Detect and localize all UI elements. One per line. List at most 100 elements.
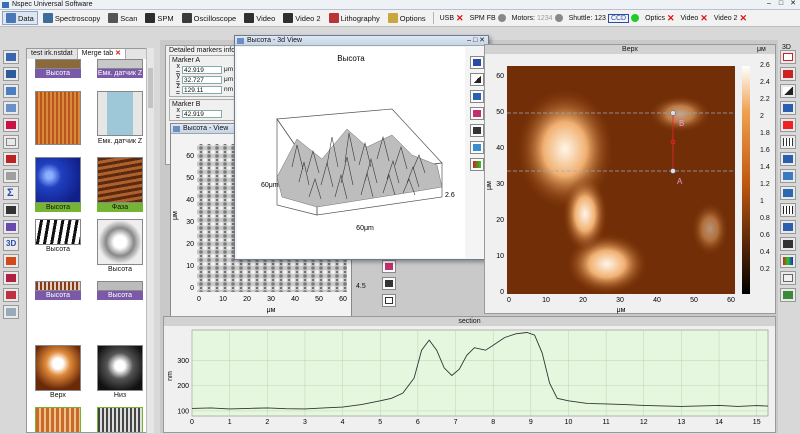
thumb-5[interactable] bbox=[35, 157, 81, 203]
tab-video[interactable]: Video bbox=[241, 11, 278, 25]
no-filter-button[interactable] bbox=[780, 50, 796, 64]
close-icon[interactable]: ✕ bbox=[788, 0, 798, 8]
window-button[interactable] bbox=[3, 305, 19, 319]
fill-button[interactable] bbox=[780, 84, 796, 98]
tab-scan[interactable]: Scan bbox=[105, 11, 140, 25]
copy-button[interactable] bbox=[3, 101, 19, 115]
tab-lithography[interactable]: Lithography bbox=[326, 11, 383, 25]
view3d-plot-title: Высота bbox=[337, 54, 365, 63]
shade-button[interactable] bbox=[470, 73, 484, 86]
image-button[interactable] bbox=[382, 277, 396, 290]
thumb-2[interactable] bbox=[97, 59, 143, 69]
view3d-button[interactable]: 3D bbox=[3, 237, 19, 251]
marker-button[interactable] bbox=[780, 118, 796, 132]
view3d-titlebar[interactable]: Высота - 3d View – □ ✕ bbox=[235, 36, 488, 46]
grid-view-button[interactable] bbox=[780, 135, 796, 149]
thumb-14[interactable] bbox=[97, 407, 143, 432]
tab-merge[interactable]: Merge tab ✕ bbox=[77, 49, 126, 59]
view3d-canvas[interactable]: Высота 60μm 2.6 60μm bbox=[237, 47, 465, 258]
palette3d-button[interactable] bbox=[470, 107, 484, 120]
thumb-12[interactable] bbox=[97, 345, 143, 391]
thumb-9[interactable] bbox=[35, 281, 81, 291]
sum-button[interactable]: Σ bbox=[3, 186, 19, 200]
crop-button[interactable] bbox=[780, 169, 796, 183]
thumb-7[interactable] bbox=[35, 219, 81, 245]
page-button[interactable] bbox=[3, 135, 19, 149]
usb-status: USB ✕ bbox=[438, 13, 466, 23]
thumb-13[interactable] bbox=[35, 407, 81, 432]
marker-b-x-field[interactable]: 42.919 bbox=[182, 109, 222, 118]
gallery-scrollbar[interactable] bbox=[146, 48, 154, 433]
color3d-button[interactable] bbox=[470, 158, 484, 171]
section-x-tick: 12 bbox=[640, 419, 648, 426]
view3d-window-controls[interactable]: – □ ✕ bbox=[467, 36, 485, 46]
tab-spm[interactable]: SPM bbox=[142, 11, 176, 25]
zoom-out-icon bbox=[783, 155, 793, 163]
histogram-button[interactable] bbox=[780, 271, 796, 285]
colorbar-tick: 1 bbox=[760, 198, 764, 205]
tab-options-label: Options bbox=[399, 13, 426, 23]
export-image-button[interactable] bbox=[780, 288, 796, 302]
zoom-button[interactable] bbox=[470, 90, 484, 103]
tab-spectroscopy[interactable]: Spectroscopy bbox=[40, 11, 103, 25]
thumb-8[interactable] bbox=[97, 219, 143, 265]
light-button[interactable] bbox=[470, 141, 484, 154]
find-button[interactable] bbox=[3, 152, 19, 166]
tab-options[interactable]: Options bbox=[385, 11, 429, 25]
marker-a-y-field[interactable]: 32.727 bbox=[182, 75, 222, 84]
thumb-6[interactable] bbox=[97, 157, 143, 203]
rotate-button[interactable] bbox=[780, 186, 796, 200]
window-icon bbox=[6, 308, 16, 316]
filter-button[interactable] bbox=[3, 203, 19, 217]
tab-test-file[interactable]: test irk.nstdat bbox=[27, 49, 78, 59]
view2d-y-tick: 10 bbox=[186, 263, 194, 270]
minimize-icon[interactable]: – bbox=[764, 0, 774, 8]
palette-button[interactable] bbox=[382, 260, 396, 273]
verh-plot[interactable]: B A 60 50 40 30 20 10 0 0 10 20 30 40 50… bbox=[485, 54, 775, 314]
save-button[interactable] bbox=[3, 50, 19, 64]
colorize-button[interactable] bbox=[3, 254, 19, 268]
tab-oscilloscope[interactable]: Oscilloscope bbox=[179, 11, 240, 25]
zoom-in-button[interactable] bbox=[780, 101, 796, 115]
section-y-label: nm bbox=[167, 371, 174, 381]
profile-button[interactable] bbox=[780, 67, 796, 81]
close-tab-icon[interactable]: ✕ bbox=[115, 50, 121, 57]
clipboard-button[interactable] bbox=[3, 169, 19, 183]
thumb-10[interactable] bbox=[97, 281, 143, 291]
export-button[interactable] bbox=[3, 118, 19, 132]
tab-data[interactable]: Data bbox=[2, 11, 38, 25]
section-x-ticks: 0 1 2 3 4 5 6 7 8 9 10 11 12 13 14 15 bbox=[190, 419, 761, 426]
verh-y-tick: 50 bbox=[496, 109, 504, 116]
ccd-badge[interactable]: CCD bbox=[607, 13, 630, 23]
marker-b-handle[interactable] bbox=[670, 110, 676, 116]
layers-button[interactable] bbox=[3, 84, 19, 98]
grid-button[interactable] bbox=[3, 220, 19, 234]
marker-a-z-field[interactable]: 129.11 bbox=[182, 85, 222, 94]
section-chart[interactable]: 0 1 2 3 4 5 6 7 8 9 10 11 12 13 14 15 100200300 nm bbox=[164, 326, 775, 432]
open-button[interactable] bbox=[3, 67, 19, 81]
tab-video2[interactable]: Video 2 bbox=[280, 11, 323, 25]
lines-button[interactable] bbox=[780, 203, 796, 217]
marker-a-x-field[interactable]: 42.919 bbox=[182, 65, 222, 74]
find-icon bbox=[6, 155, 16, 163]
merge-button[interactable] bbox=[3, 288, 19, 302]
zoom-out-button[interactable] bbox=[780, 152, 796, 166]
fit-button[interactable] bbox=[780, 220, 796, 234]
usb-label: USB bbox=[439, 14, 455, 22]
maximize-icon[interactable]: □ bbox=[776, 0, 786, 8]
thumb-4[interactable] bbox=[97, 91, 143, 136]
level-button[interactable] bbox=[780, 237, 796, 251]
axes-button[interactable] bbox=[470, 56, 484, 69]
colorbar-tick: 1.6 bbox=[760, 147, 770, 154]
thumb-1[interactable] bbox=[35, 59, 81, 69]
shuttle-label: Shuttle: 123 bbox=[568, 14, 606, 22]
spm-fb-status: SPM FB bbox=[468, 14, 508, 22]
frame-button[interactable] bbox=[382, 294, 396, 307]
overlay-button[interactable] bbox=[3, 271, 19, 285]
scrollbar-thumb[interactable] bbox=[148, 68, 153, 108]
color-map-button[interactable] bbox=[780, 254, 796, 268]
thumb-11[interactable] bbox=[35, 345, 81, 391]
marker-a-handle[interactable] bbox=[670, 168, 676, 174]
render-button[interactable] bbox=[470, 124, 484, 137]
thumb-3[interactable] bbox=[35, 91, 81, 145]
